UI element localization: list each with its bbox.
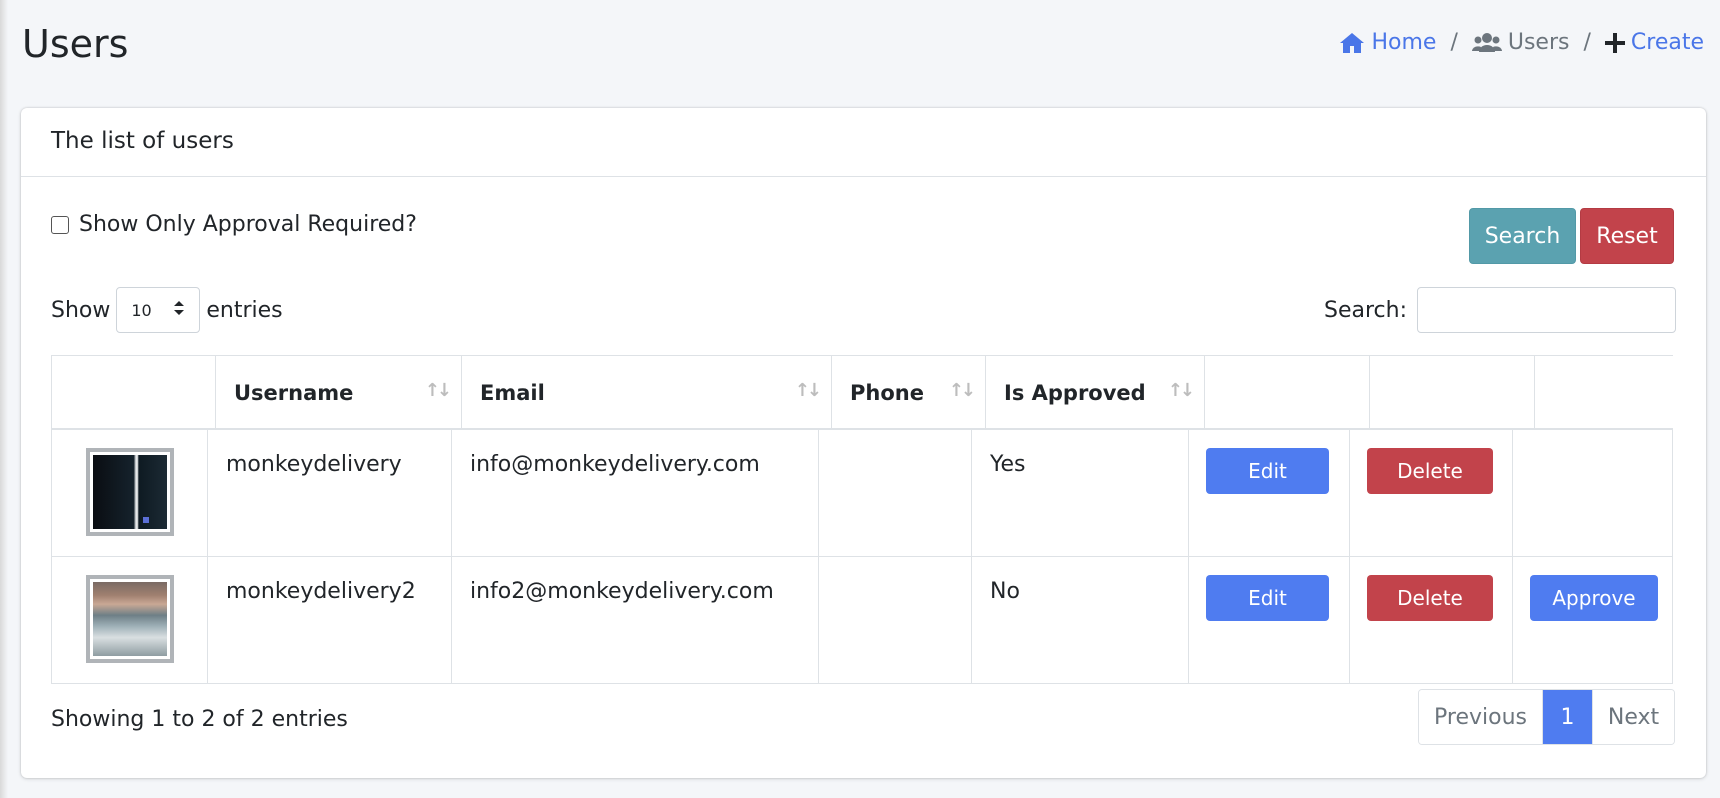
column-email-label: Email [480,380,545,405]
delete-cell: Delete [1349,557,1512,683]
search-label: Search: [1324,297,1407,323]
users-table: Username ↑↓ Email ↑↓ Phone ↑↓ Is Approve… [51,355,1673,684]
edit-button[interactable]: Edit [1206,448,1329,494]
approval-filter[interactable]: Show Only Approval Required? [51,212,417,237]
delete-button[interactable]: Delete [1367,575,1493,621]
breadcrumb-home-label: Home [1371,30,1437,55]
column-is-approved[interactable]: Is Approved ↑↓ [985,356,1204,429]
window-edge [0,0,8,798]
users-card: The list of users Show Only Approval Req… [21,108,1706,778]
table-info: Showing 1 to 2 of 2 entries [51,707,348,732]
edit-cell: Edit [1188,557,1349,683]
reset-button[interactable]: Reset [1580,208,1674,264]
breadcrumb-users: Users [1471,30,1570,55]
pagination: Previous 1 Next [1418,689,1675,745]
column-phone[interactable]: Phone ↑↓ [831,356,985,429]
approval-required-checkbox[interactable] [51,215,69,234]
column-username[interactable]: Username ↑↓ [215,356,461,429]
column-delete [1369,356,1534,429]
table-body: monkeydelivery info@monkeydelivery.com Y… [51,430,1673,684]
avatar-cell [51,557,207,683]
entries-select-value: 10 [131,300,152,320]
breadcrumb-separator: / [1583,30,1591,55]
username-cell: monkeydelivery2 [207,557,451,683]
table-header: Username ↑↓ Email ↑↓ Phone ↑↓ Is Approve… [51,355,1673,430]
search-input[interactable] [1417,287,1676,333]
column-phone-label: Phone [850,380,924,405]
previous-page-button[interactable]: Previous [1419,690,1543,744]
breadcrumb-home[interactable]: Home [1339,30,1436,55]
sort-icon: ↑↓ [948,380,976,401]
email-cell: info2@monkeydelivery.com [451,557,818,683]
page-1-button[interactable]: 1 [1543,690,1592,744]
edit-button[interactable]: Edit [1206,575,1329,621]
approve-cell: Approve [1512,557,1673,683]
approve-button[interactable]: Approve [1530,575,1658,621]
phone-cell [818,557,971,683]
phone-cell [818,430,971,556]
breadcrumb-users-label: Users [1507,30,1570,55]
breadcrumb-separator: / [1450,30,1458,55]
breadcrumb-create-label: Create [1630,30,1704,55]
delete-button[interactable]: Delete [1367,448,1493,494]
sort-icon: ↑↓ [424,380,452,401]
plus-icon [1604,32,1625,53]
email-cell: info@monkeydelivery.com [451,430,818,556]
breadcrumb: Home / Users / Create [1339,30,1704,55]
is-approved-cell: No [971,557,1188,683]
is-approved-cell: Yes [971,430,1188,556]
next-page-button[interactable]: Next [1592,690,1674,744]
card-title: The list of users [21,108,1706,177]
column-is-approved-label: Is Approved [1004,380,1146,405]
column-username-label: Username [234,380,354,405]
table-row: monkeydelivery info@monkeydelivery.com Y… [51,430,1673,557]
search-button[interactable]: Search [1469,208,1576,264]
column-edit [1204,356,1369,429]
delete-cell: Delete [1349,430,1512,556]
column-approve [1534,356,1673,429]
table-row: monkeydelivery2 info2@monkeydelivery.com… [51,557,1673,684]
show-label: Show [51,297,111,323]
approval-required-label: Show Only Approval Required? [79,212,417,237]
avatar [86,448,174,536]
home-icon [1339,32,1365,54]
edit-cell: Edit [1188,430,1349,556]
entries-select[interactable]: 10 [116,287,201,333]
table-search: Search: [1324,287,1676,333]
sort-icon: ↑↓ [1167,380,1195,401]
avatar-cell [51,430,207,556]
sort-icon: ↑↓ [794,380,822,401]
username-cell: monkeydelivery [207,430,451,556]
breadcrumb-create[interactable]: Create [1604,30,1704,55]
users-icon [1471,32,1502,54]
avatar [86,575,174,663]
approve-cell [1512,430,1673,556]
entries-length-control: Show 10 entries [51,287,283,333]
column-avatar [51,356,215,429]
column-email[interactable]: Email ↑↓ [461,356,831,429]
page-title: Users [22,22,129,66]
entries-label: entries [206,297,283,323]
select-caret-icon [173,300,185,320]
